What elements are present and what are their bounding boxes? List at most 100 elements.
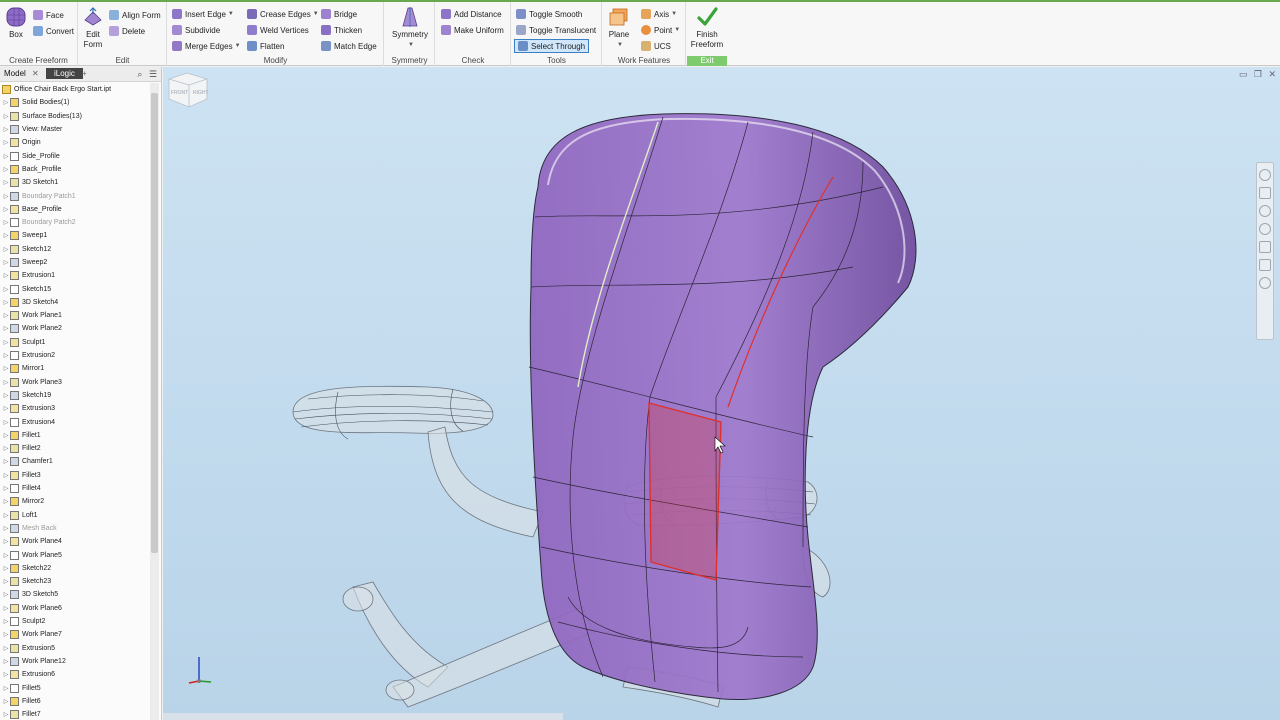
tree-item[interactable]: ▷ Extrusion6 — [0, 668, 148, 681]
add-tab-icon[interactable]: + — [82, 69, 87, 78]
thicken-button[interactable]: Thicken — [321, 23, 362, 37]
point-button[interactable]: Point ▼ — [641, 23, 680, 37]
expand-arrow-icon[interactable]: ▷ — [2, 631, 10, 638]
tree-item[interactable]: ▷ Work Plane12 — [0, 655, 148, 668]
expand-arrow-icon[interactable]: ▷ — [2, 498, 10, 505]
tree-item[interactable]: ▷ Boundary Patch2 — [0, 216, 148, 229]
tree-item[interactable]: ▷ Mesh Back — [0, 522, 148, 535]
expand-arrow-icon[interactable]: ▷ — [2, 512, 10, 519]
tree-item[interactable]: ▷ 3D Sketch1 — [0, 176, 148, 189]
tree-item[interactable]: ▷ Solid Bodies(1) — [0, 96, 148, 109]
steering-wheel-icon[interactable] — [1259, 169, 1271, 181]
expand-arrow-icon[interactable]: ▷ — [2, 99, 10, 106]
tree-item[interactable]: ▷ Fillet4 — [0, 482, 148, 495]
expand-arrow-icon[interactable]: ▷ — [2, 618, 10, 625]
menu-icon[interactable]: ☰ — [149, 69, 157, 79]
flatten-button[interactable]: Flatten — [247, 39, 284, 53]
tree-item[interactable]: ▷ 3D Sketch5 — [0, 588, 148, 601]
tree-item[interactable]: ▷ Sculpt2 — [0, 615, 148, 628]
axis-button[interactable]: Axis ▼ — [641, 7, 677, 21]
tree-item[interactable]: ▷ 3D Sketch4 — [0, 296, 148, 309]
select-through-button[interactable]: Select Through — [514, 39, 590, 53]
expand-arrow-icon[interactable]: ▷ — [2, 325, 10, 332]
orbit-icon[interactable] — [1259, 223, 1271, 235]
tree-item[interactable]: ▷ Work Plane6 — [0, 602, 148, 615]
expand-arrow-icon[interactable]: ▷ — [2, 405, 10, 412]
expand-arrow-icon[interactable]: ▷ — [2, 445, 10, 452]
tree-item[interactable]: ▷ Mirror2 — [0, 495, 148, 508]
tree-item[interactable]: ▷ Boundary Patch1 — [0, 189, 148, 202]
tree-item[interactable]: ▷ Surface Bodies(13) — [0, 110, 148, 123]
expand-arrow-icon[interactable]: ▷ — [2, 286, 10, 293]
tree-item[interactable]: ▷ Sketch12 — [0, 243, 148, 256]
tree-item[interactable]: ▷ Work Plane7 — [0, 628, 148, 641]
expand-arrow-icon[interactable]: ▷ — [2, 206, 10, 213]
expand-arrow-icon[interactable]: ▷ — [2, 685, 10, 692]
close-tab-icon[interactable]: ✕ — [32, 69, 39, 78]
crease-edges-button[interactable]: Crease Edges ▼ — [247, 7, 319, 21]
tree-item[interactable]: ▷ Origin — [0, 136, 148, 149]
expand-arrow-icon[interactable]: ▷ — [2, 339, 10, 346]
zoom-all-icon[interactable] — [1259, 259, 1271, 271]
tree-item[interactable]: ▷ Side_Profile — [0, 149, 148, 162]
add-distance-button[interactable]: Add Distance — [441, 7, 502, 21]
tree-item[interactable]: ▷ Sweep2 — [0, 256, 148, 269]
expand-arrow-icon[interactable]: ▷ — [2, 166, 10, 173]
tree-item[interactable]: ▷ Extrusion4 — [0, 415, 148, 428]
align-form-button[interactable]: Align Form — [109, 8, 161, 22]
tree-item[interactable]: ▷ Fillet1 — [0, 429, 148, 442]
expand-arrow-icon[interactable]: ▷ — [2, 605, 10, 612]
tree-item[interactable]: ▷ Work Plane2 — [0, 322, 148, 335]
tree-item[interactable]: ▷ Work Plane1 — [0, 309, 148, 322]
expand-arrow-icon[interactable]: ▷ — [2, 139, 10, 146]
tree-item[interactable]: ▷ Extrusion2 — [0, 349, 148, 362]
tree-item[interactable]: ▷ Extrusion1 — [0, 269, 148, 282]
tree-item[interactable]: ▷ Sketch23 — [0, 575, 148, 588]
delete-button[interactable]: Delete — [109, 24, 145, 38]
expand-arrow-icon[interactable]: ▷ — [2, 552, 10, 559]
expand-arrow-icon[interactable]: ▷ — [2, 153, 10, 160]
browser-scroll-thumb[interactable] — [151, 93, 158, 553]
expand-arrow-icon[interactable]: ▷ — [2, 379, 10, 386]
expand-arrow-icon[interactable]: ▷ — [2, 565, 10, 572]
tree-item[interactable]: ▷ Extrusion5 — [0, 641, 148, 654]
tree-item[interactable]: ▷ Work Plane5 — [0, 548, 148, 561]
tree-item[interactable]: ▷ Work Plane3 — [0, 376, 148, 389]
viewcube-front-label[interactable]: FRONT — [171, 90, 188, 96]
ucs-button[interactable]: UCS — [641, 39, 671, 53]
tree-item[interactable]: ▷ Sketch15 — [0, 282, 148, 295]
expand-arrow-icon[interactable]: ▷ — [2, 432, 10, 439]
expand-arrow-icon[interactable]: ▷ — [2, 458, 10, 465]
expand-arrow-icon[interactable]: ▷ — [2, 113, 10, 120]
search-icon[interactable]: ⌕ — [137, 69, 142, 79]
tree-item[interactable]: ▷ Fillet5 — [0, 681, 148, 694]
freeform-scene[interactable] — [163, 67, 1280, 720]
expand-arrow-icon[interactable]: ▷ — [2, 299, 10, 306]
face-button[interactable]: Face — [33, 8, 64, 22]
tree-item[interactable]: ▷ Mirror1 — [0, 362, 148, 375]
bridge-button[interactable]: Bridge — [321, 7, 357, 21]
expand-arrow-icon[interactable]: ▷ — [2, 272, 10, 279]
expand-arrow-icon[interactable]: ▷ — [2, 193, 10, 200]
expand-arrow-icon[interactable]: ▷ — [2, 485, 10, 492]
expand-arrow-icon[interactable]: ▷ — [2, 232, 10, 239]
expand-arrow-icon[interactable]: ▷ — [2, 645, 10, 652]
tree-item[interactable]: ▷ Fillet7 — [0, 708, 148, 720]
weld-vertices-button[interactable]: Weld Vertices — [247, 23, 309, 37]
expand-arrow-icon[interactable]: ▷ — [2, 126, 10, 133]
expand-arrow-icon[interactable]: ▷ — [2, 698, 10, 705]
expand-arrow-icon[interactable]: ▷ — [2, 246, 10, 253]
viewcube[interactable]: FRONT RIGHT — [163, 67, 213, 111]
expand-arrow-icon[interactable]: ▷ — [2, 352, 10, 359]
expand-arrow-icon[interactable]: ▷ — [2, 419, 10, 426]
tree-item[interactable]: ▷ View: Master — [0, 123, 148, 136]
tab-ilogic[interactable]: iLogic — [46, 68, 83, 79]
toggle-smooth-button[interactable]: Toggle Smooth — [516, 7, 582, 21]
selected-face[interactable] — [648, 402, 722, 581]
expand-arrow-icon[interactable]: ▷ — [2, 472, 10, 479]
expand-arrow-icon[interactable]: ▷ — [2, 179, 10, 186]
tree-item[interactable]: ▷ Sketch19 — [0, 389, 148, 402]
convert-button[interactable]: Convert — [33, 24, 74, 38]
tree-item[interactable]: ▷ Extrusion3 — [0, 402, 148, 415]
insert-edge-button[interactable]: Insert Edge ▼ — [172, 7, 234, 21]
